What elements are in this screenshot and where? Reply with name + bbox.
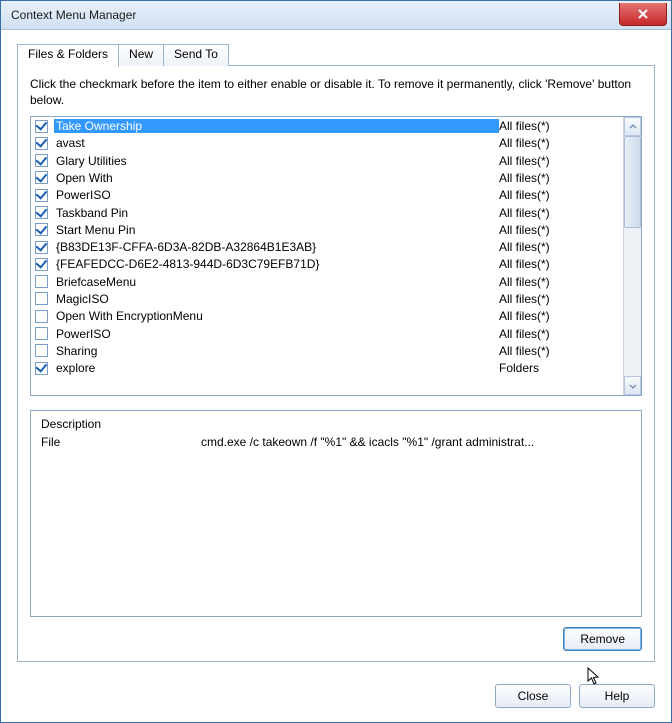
item-name: Open With	[54, 171, 499, 185]
item-checkbox[interactable]	[35, 120, 48, 133]
file-value: cmd.exe /c takeown /f "%1" && icacls "%1…	[201, 435, 631, 449]
remove-button[interactable]: Remove	[563, 627, 642, 651]
list-viewport: Take OwnershipAll files(*)avastAll files…	[31, 117, 623, 395]
item-checkbox[interactable]	[35, 258, 48, 271]
list-item[interactable]: Open WithAll files(*)	[31, 169, 623, 186]
list-item[interactable]: avastAll files(*)	[31, 135, 623, 152]
item-type: All files(*)	[499, 309, 619, 323]
tabstrip: Files & Folders New Send To	[17, 44, 655, 66]
item-checkbox[interactable]	[35, 137, 48, 150]
item-name: {B83DE13F-CFFA-6D3A-82DB-A32864B1E3AB}	[54, 240, 499, 254]
item-type: All files(*)	[499, 154, 619, 168]
tab-send-to[interactable]: Send To	[163, 44, 229, 66]
item-checkbox[interactable]	[35, 362, 48, 375]
item-type: All files(*)	[499, 292, 619, 306]
item-name: explore	[54, 361, 499, 375]
item-name: Taskband Pin	[54, 206, 499, 220]
scroll-down-button[interactable]	[624, 376, 641, 395]
item-name: MagicISO	[54, 292, 499, 306]
item-name: PowerISO	[54, 327, 499, 341]
item-checkbox[interactable]	[35, 292, 48, 305]
panel-actions: Remove	[30, 627, 642, 651]
item-type: All files(*)	[499, 223, 619, 237]
description-value	[201, 417, 631, 431]
list-item[interactable]: Glary UtilitiesAll files(*)	[31, 152, 623, 169]
item-checkbox[interactable]	[35, 206, 48, 219]
window-title: Context Menu Manager	[11, 8, 619, 22]
item-type: All files(*)	[499, 257, 619, 271]
window: Context Menu Manager Files & Folders New…	[0, 0, 672, 723]
chevron-down-icon	[629, 382, 637, 390]
list-item[interactable]: Taskband PinAll files(*)	[31, 204, 623, 221]
item-name: Sharing	[54, 344, 499, 358]
item-checkbox[interactable]	[35, 223, 48, 236]
description-row: Description	[41, 417, 631, 431]
item-name: PowerISO	[54, 188, 499, 202]
instruction-text: Click the checkmark before the item to e…	[30, 76, 642, 108]
window-close-button[interactable]	[619, 3, 667, 26]
item-name: Start Menu Pin	[54, 223, 499, 237]
item-type: All files(*)	[499, 206, 619, 220]
description-box: Description File cmd.exe /c takeown /f "…	[30, 410, 642, 617]
list-item[interactable]: MagicISOAll files(*)	[31, 290, 623, 307]
item-name: Take Ownership	[54, 119, 499, 133]
help-button[interactable]: Help	[579, 684, 655, 708]
item-name: {FEAFEDCC-D6E2-4813-944D-6D3C79EFB71D}	[54, 257, 499, 271]
item-type: Folders	[499, 361, 619, 375]
description-row: File cmd.exe /c takeown /f "%1" && icacl…	[41, 435, 631, 449]
item-checkbox[interactable]	[35, 344, 48, 357]
item-checkbox[interactable]	[35, 171, 48, 184]
item-type: All files(*)	[499, 275, 619, 289]
item-checkbox[interactable]	[35, 310, 48, 323]
dialog-body: Files & Folders New Send To Click the ch…	[1, 30, 671, 674]
item-checkbox[interactable]	[35, 154, 48, 167]
item-checkbox[interactable]	[35, 275, 48, 288]
item-name: Glary Utilities	[54, 154, 499, 168]
item-checkbox[interactable]	[35, 189, 48, 202]
list-item[interactable]: BriefcaseMenuAll files(*)	[31, 273, 623, 290]
chevron-up-icon	[629, 123, 637, 131]
dialog-footer: Close Help	[1, 674, 671, 722]
list-item[interactable]: SharingAll files(*)	[31, 342, 623, 359]
scroll-up-button[interactable]	[624, 117, 641, 136]
item-type: All files(*)	[499, 171, 619, 185]
item-name: Open With EncryptionMenu	[54, 309, 499, 323]
list-item[interactable]: {B83DE13F-CFFA-6D3A-82DB-A32864B1E3AB}Al…	[31, 238, 623, 255]
item-type: All files(*)	[499, 240, 619, 254]
list-item[interactable]: Start Menu PinAll files(*)	[31, 221, 623, 238]
description-label: Description	[41, 417, 201, 431]
item-type: All files(*)	[499, 136, 619, 150]
titlebar: Context Menu Manager	[1, 1, 671, 30]
list-item[interactable]: {FEAFEDCC-D6E2-4813-944D-6D3C79EFB71D}Al…	[31, 256, 623, 273]
item-name: avast	[54, 136, 499, 150]
scroll-thumb[interactable]	[624, 136, 641, 228]
list-item[interactable]: PowerISOAll files(*)	[31, 187, 623, 204]
close-button[interactable]: Close	[495, 684, 571, 708]
list-item[interactable]: PowerISOAll files(*)	[31, 325, 623, 342]
list-item[interactable]: Take OwnershipAll files(*)	[31, 117, 623, 134]
tab-panel: Click the checkmark before the item to e…	[17, 65, 655, 662]
list-item[interactable]: Open With EncryptionMenuAll files(*)	[31, 308, 623, 325]
list-item[interactable]: exploreFolders	[31, 360, 623, 377]
item-checkbox[interactable]	[35, 327, 48, 340]
scroll-track[interactable]	[624, 136, 641, 376]
item-type: All files(*)	[499, 327, 619, 341]
file-label: File	[41, 435, 201, 449]
item-type: All files(*)	[499, 119, 619, 133]
close-icon	[637, 8, 649, 20]
item-name: BriefcaseMenu	[54, 275, 499, 289]
item-checkbox[interactable]	[35, 241, 48, 254]
item-type: All files(*)	[499, 344, 619, 358]
scrollbar[interactable]	[623, 117, 641, 395]
tab-new[interactable]: New	[118, 44, 164, 66]
tab-files-folders[interactable]: Files & Folders	[17, 44, 119, 67]
context-menu-list[interactable]: Take OwnershipAll files(*)avastAll files…	[30, 116, 642, 396]
item-type: All files(*)	[499, 188, 619, 202]
